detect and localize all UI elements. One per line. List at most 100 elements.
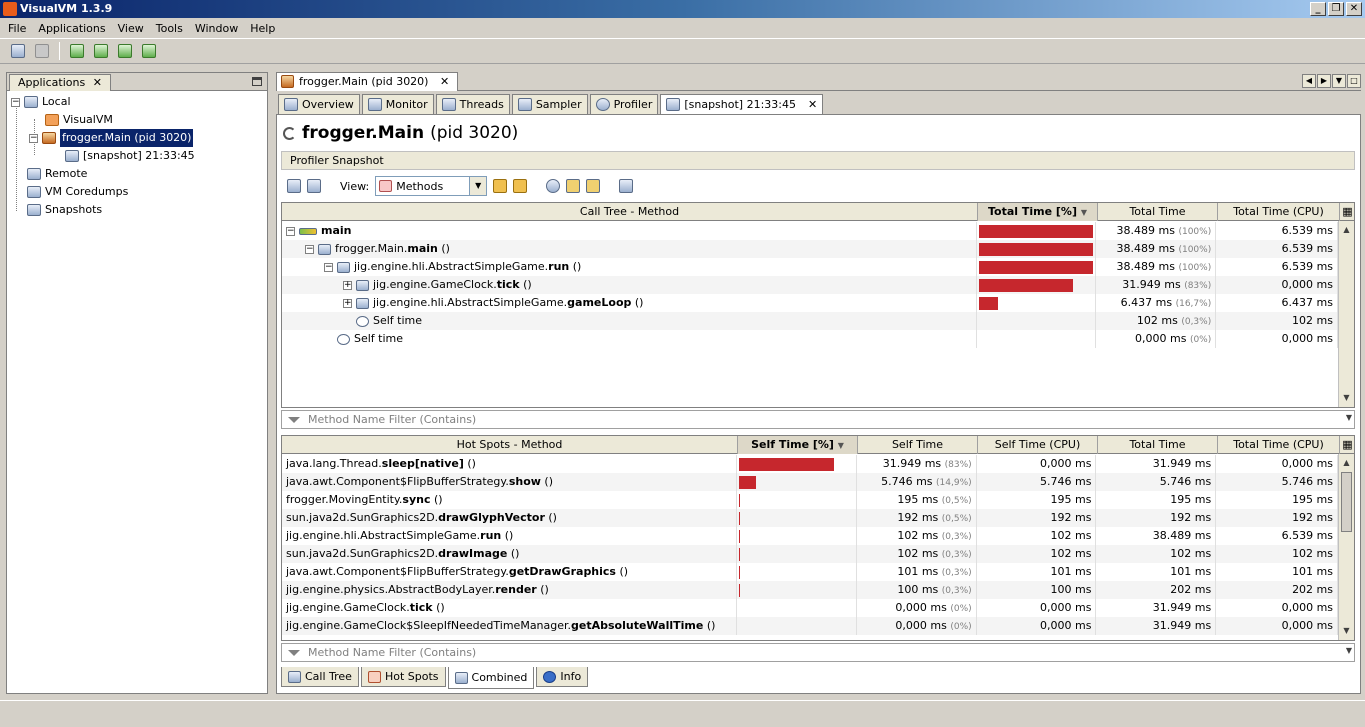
search-icon[interactable] — [546, 179, 561, 193]
tab-sampler[interactable]: Sampler — [511, 94, 588, 114]
add-coredump-button[interactable] — [115, 42, 135, 60]
tab-overview[interactable]: Overview — [278, 94, 360, 114]
expand-icon[interactable]: + — [343, 298, 352, 308]
tab-combined[interactable]: Combined — [447, 667, 535, 689]
collapse-icon[interactable]: − — [11, 97, 20, 107]
collapse-icon[interactable]: − — [324, 262, 333, 272]
menu-window[interactable]: Window — [189, 22, 244, 35]
scroll-up-icon[interactable]: ▲ — [1339, 456, 1354, 470]
applications-tab[interactable]: Applications ✕ — [9, 74, 111, 91]
tab-profiler[interactable]: Profiler — [589, 94, 659, 114]
minimize-button[interactable]: _ — [1310, 2, 1326, 16]
table-row[interactable]: jig.engine.GameClock.tick () 0,000 ms (0%… — [282, 599, 1339, 617]
column-chooser-icon[interactable]: ▦ — [1340, 436, 1354, 454]
show-call-tree-icon[interactable] — [493, 179, 508, 193]
menu-view[interactable]: View — [112, 22, 150, 35]
table-row[interactable]: + jig.engine.hli.AbstractSimpleGame.gameL… — [282, 294, 1338, 312]
col-total-time[interactable]: Total Time — [1098, 203, 1218, 221]
scroll-left-icon[interactable]: ◀ — [1302, 74, 1316, 88]
tree-node-local[interactable]: − Local — [11, 93, 71, 111]
chevron-down-icon[interactable]: ▼ — [1346, 413, 1352, 422]
add-remote-button[interactable] — [91, 42, 111, 60]
tree-node-coredumps[interactable]: VM Coredumps — [27, 183, 128, 201]
find-next-icon[interactable] — [586, 179, 601, 193]
collapse-icon[interactable]: − — [286, 226, 295, 236]
call-tree-scrollbar[interactable]: ▲ ▼ — [1338, 221, 1354, 407]
close-button[interactable]: ✕ — [1346, 2, 1362, 16]
applications-tab-close-icon[interactable]: ✕ — [93, 76, 102, 89]
table-row[interactable]: + jig.engine.GameClock.tick () 31.949 ms (… — [282, 276, 1338, 294]
collapse-icon[interactable]: − — [305, 244, 314, 254]
add-snapshot-button[interactable] — [139, 42, 159, 60]
table-row[interactable]: − jig.engine.hli.AbstractSimpleGame.run (… — [282, 258, 1339, 276]
snapshot-info-icon[interactable] — [619, 179, 634, 193]
tab-close-icon[interactable]: ✕ — [808, 98, 817, 111]
table-row[interactable]: java.awt.Component$FlipBufferStrategy.sh… — [282, 473, 1339, 491]
scroll-down-icon[interactable]: ▼ — [1339, 391, 1354, 405]
tab-threads[interactable]: Threads — [435, 94, 510, 114]
hot-spots-scrollbar[interactable]: ▲ ▼ — [1338, 454, 1354, 640]
maximize-icon[interactable]: □ — [1347, 74, 1361, 88]
doc-tab-close-icon[interactable]: ✕ — [440, 75, 449, 88]
tab-call-tree[interactable]: Call Tree — [281, 667, 359, 687]
scroll-down-icon[interactable]: ▼ — [1339, 624, 1354, 638]
menu-help[interactable]: Help — [244, 22, 281, 35]
tab-monitor[interactable]: Monitor — [361, 94, 434, 114]
scroll-right-icon[interactable]: ▶ — [1317, 74, 1331, 88]
collapse-icon[interactable]: − — [29, 133, 38, 143]
tree-node-visualvm[interactable]: VisualVM — [45, 111, 113, 129]
col-self-time-pct[interactable]: Self Time [%] ▼ — [738, 436, 858, 454]
col-total-time[interactable]: Total Time — [1098, 436, 1218, 454]
chevron-down-icon[interactable]: ▼ — [469, 177, 487, 195]
tree-node-snapshots[interactable]: Snapshots — [27, 201, 102, 219]
tab-info[interactable]: Info — [536, 667, 589, 687]
col-total-time-cpu[interactable]: Total Time (CPU) — [1218, 203, 1340, 221]
col-self-time-cpu[interactable]: Self Time (CPU) — [978, 436, 1098, 454]
tab-hot-spots[interactable]: Hot Spots — [360, 667, 446, 687]
table-row[interactable]: − main 38.489 ms (100%) 6.539 ms — [282, 222, 1338, 240]
restore-button[interactable]: ❐ — [1328, 2, 1344, 16]
call-tree-filter[interactable]: Method Name Filter (Contains) ▼ — [281, 410, 1355, 429]
scroll-thumb[interactable] — [1341, 472, 1352, 532]
col-call-tree-method[interactable]: Call Tree - Method — [282, 203, 978, 221]
scroll-up-icon[interactable]: ▲ — [1339, 223, 1354, 237]
save-button[interactable] — [32, 42, 52, 60]
table-row[interactable]: sun.java2d.SunGraphics2D.drawGlyphVector… — [282, 509, 1339, 527]
table-row[interactable]: sun.java2d.SunGraphics2D.drawImage () 102… — [282, 545, 1339, 563]
save-snapshot-icon[interactable] — [287, 179, 301, 193]
doc-list-icon[interactable]: ▼ — [1332, 74, 1346, 88]
col-total-time-pct[interactable]: Total Time [%] ▼ — [978, 203, 1098, 221]
hot-spots-filter[interactable]: Method Name Filter (Contains) ▼ — [281, 643, 1355, 662]
col-total-time-cpu[interactable]: Total Time (CPU) — [1218, 436, 1340, 454]
table-row[interactable]: java.awt.Component$FlipBufferStrategy.ge… — [282, 563, 1339, 581]
method-args: () — [501, 529, 514, 542]
view-select[interactable]: Methods ▼ — [375, 176, 488, 196]
minimize-panel-icon[interactable] — [252, 77, 262, 86]
table-row[interactable]: − frogger.Main.main () 38.489 ms (100%) 6.5… — [282, 240, 1339, 258]
col-self-time[interactable]: Self Time — [858, 436, 978, 454]
table-row[interactable]: jig.engine.hli.AbstractSimpleGame.run ()… — [282, 527, 1339, 545]
table-row[interactable]: Self time 0,000 ms (0%) 0,000 ms — [282, 330, 1339, 348]
menu-applications[interactable]: Applications — [32, 22, 111, 35]
export-snapshot-icon[interactable] — [307, 179, 321, 193]
expand-icon[interactable]: + — [343, 280, 352, 290]
menu-file[interactable]: File — [2, 22, 32, 35]
tree-node-snapshot[interactable]: [snapshot] 21:33:45 — [65, 147, 195, 165]
tree-node-frogger[interactable]: − frogger.Main (pid 3020) — [29, 129, 194, 147]
column-chooser-icon[interactable]: ▦ — [1340, 203, 1354, 221]
tree-node-remote[interactable]: Remote — [27, 165, 87, 183]
table-row[interactable]: java.lang.Thread.sleep[native] () 31.949 … — [282, 455, 1339, 473]
add-jmx-button[interactable] — [67, 42, 87, 60]
col-hot-spots-method[interactable]: Hot Spots - Method — [282, 436, 738, 454]
show-hot-spots-icon[interactable] — [513, 179, 528, 193]
find-previous-icon[interactable] — [566, 179, 581, 193]
table-row[interactable]: jig.engine.GameClock$SleepIfNeededTimeMa… — [282, 617, 1339, 635]
chevron-down-icon[interactable]: ▼ — [1346, 646, 1352, 655]
table-row[interactable]: frogger.MovingEntity.sync () 195 ms (0,5%… — [282, 491, 1339, 509]
table-row[interactable]: Self time 102 ms (0,3%) 102 ms — [282, 312, 1338, 330]
menu-tools[interactable]: Tools — [150, 22, 189, 35]
table-row[interactable]: jig.engine.physics.AbstractBodyLayer.ren… — [282, 581, 1339, 599]
tab-snapshot[interactable]: [snapshot] 21:33:45 ✕ — [660, 94, 824, 114]
doc-tab-frogger[interactable]: frogger.Main (pid 3020) ✕ — [276, 72, 459, 91]
open-button[interactable] — [8, 42, 28, 60]
